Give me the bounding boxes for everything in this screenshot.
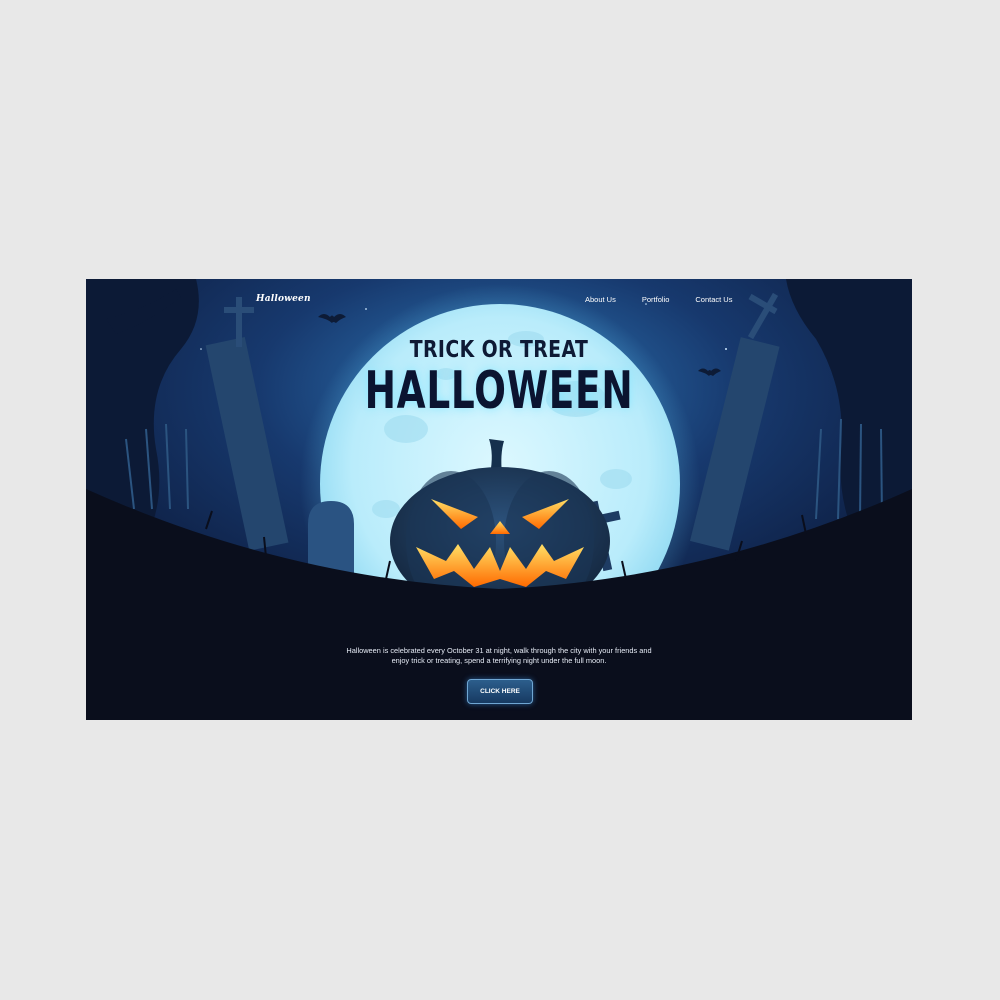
nav-about-us[interactable]: About Us [585, 295, 616, 304]
hero-description-line: Halloween is celebrated every October 31… [346, 646, 652, 655]
hero-title: HALLOWEEN [364, 361, 634, 421]
hero-description-line: enjoy trick or treating, spend a terrify… [391, 655, 607, 665]
main-nav: About Us Portfolio Contact Us [585, 295, 732, 304]
landing-page: Halloween About Us Portfolio Contact Us … [86, 279, 912, 720]
brand-logo[interactable]: Halloween [256, 294, 311, 304]
click-here-button[interactable]: CLICK HERE [467, 679, 533, 704]
nav-portfolio[interactable]: Portfolio [642, 295, 670, 304]
nav-contact-us[interactable]: Contact Us [695, 295, 732, 304]
hero-subtitle: TRICK OR TREAT [409, 337, 589, 363]
hero-description: Halloween is celebrated every October 31… [316, 646, 682, 665]
